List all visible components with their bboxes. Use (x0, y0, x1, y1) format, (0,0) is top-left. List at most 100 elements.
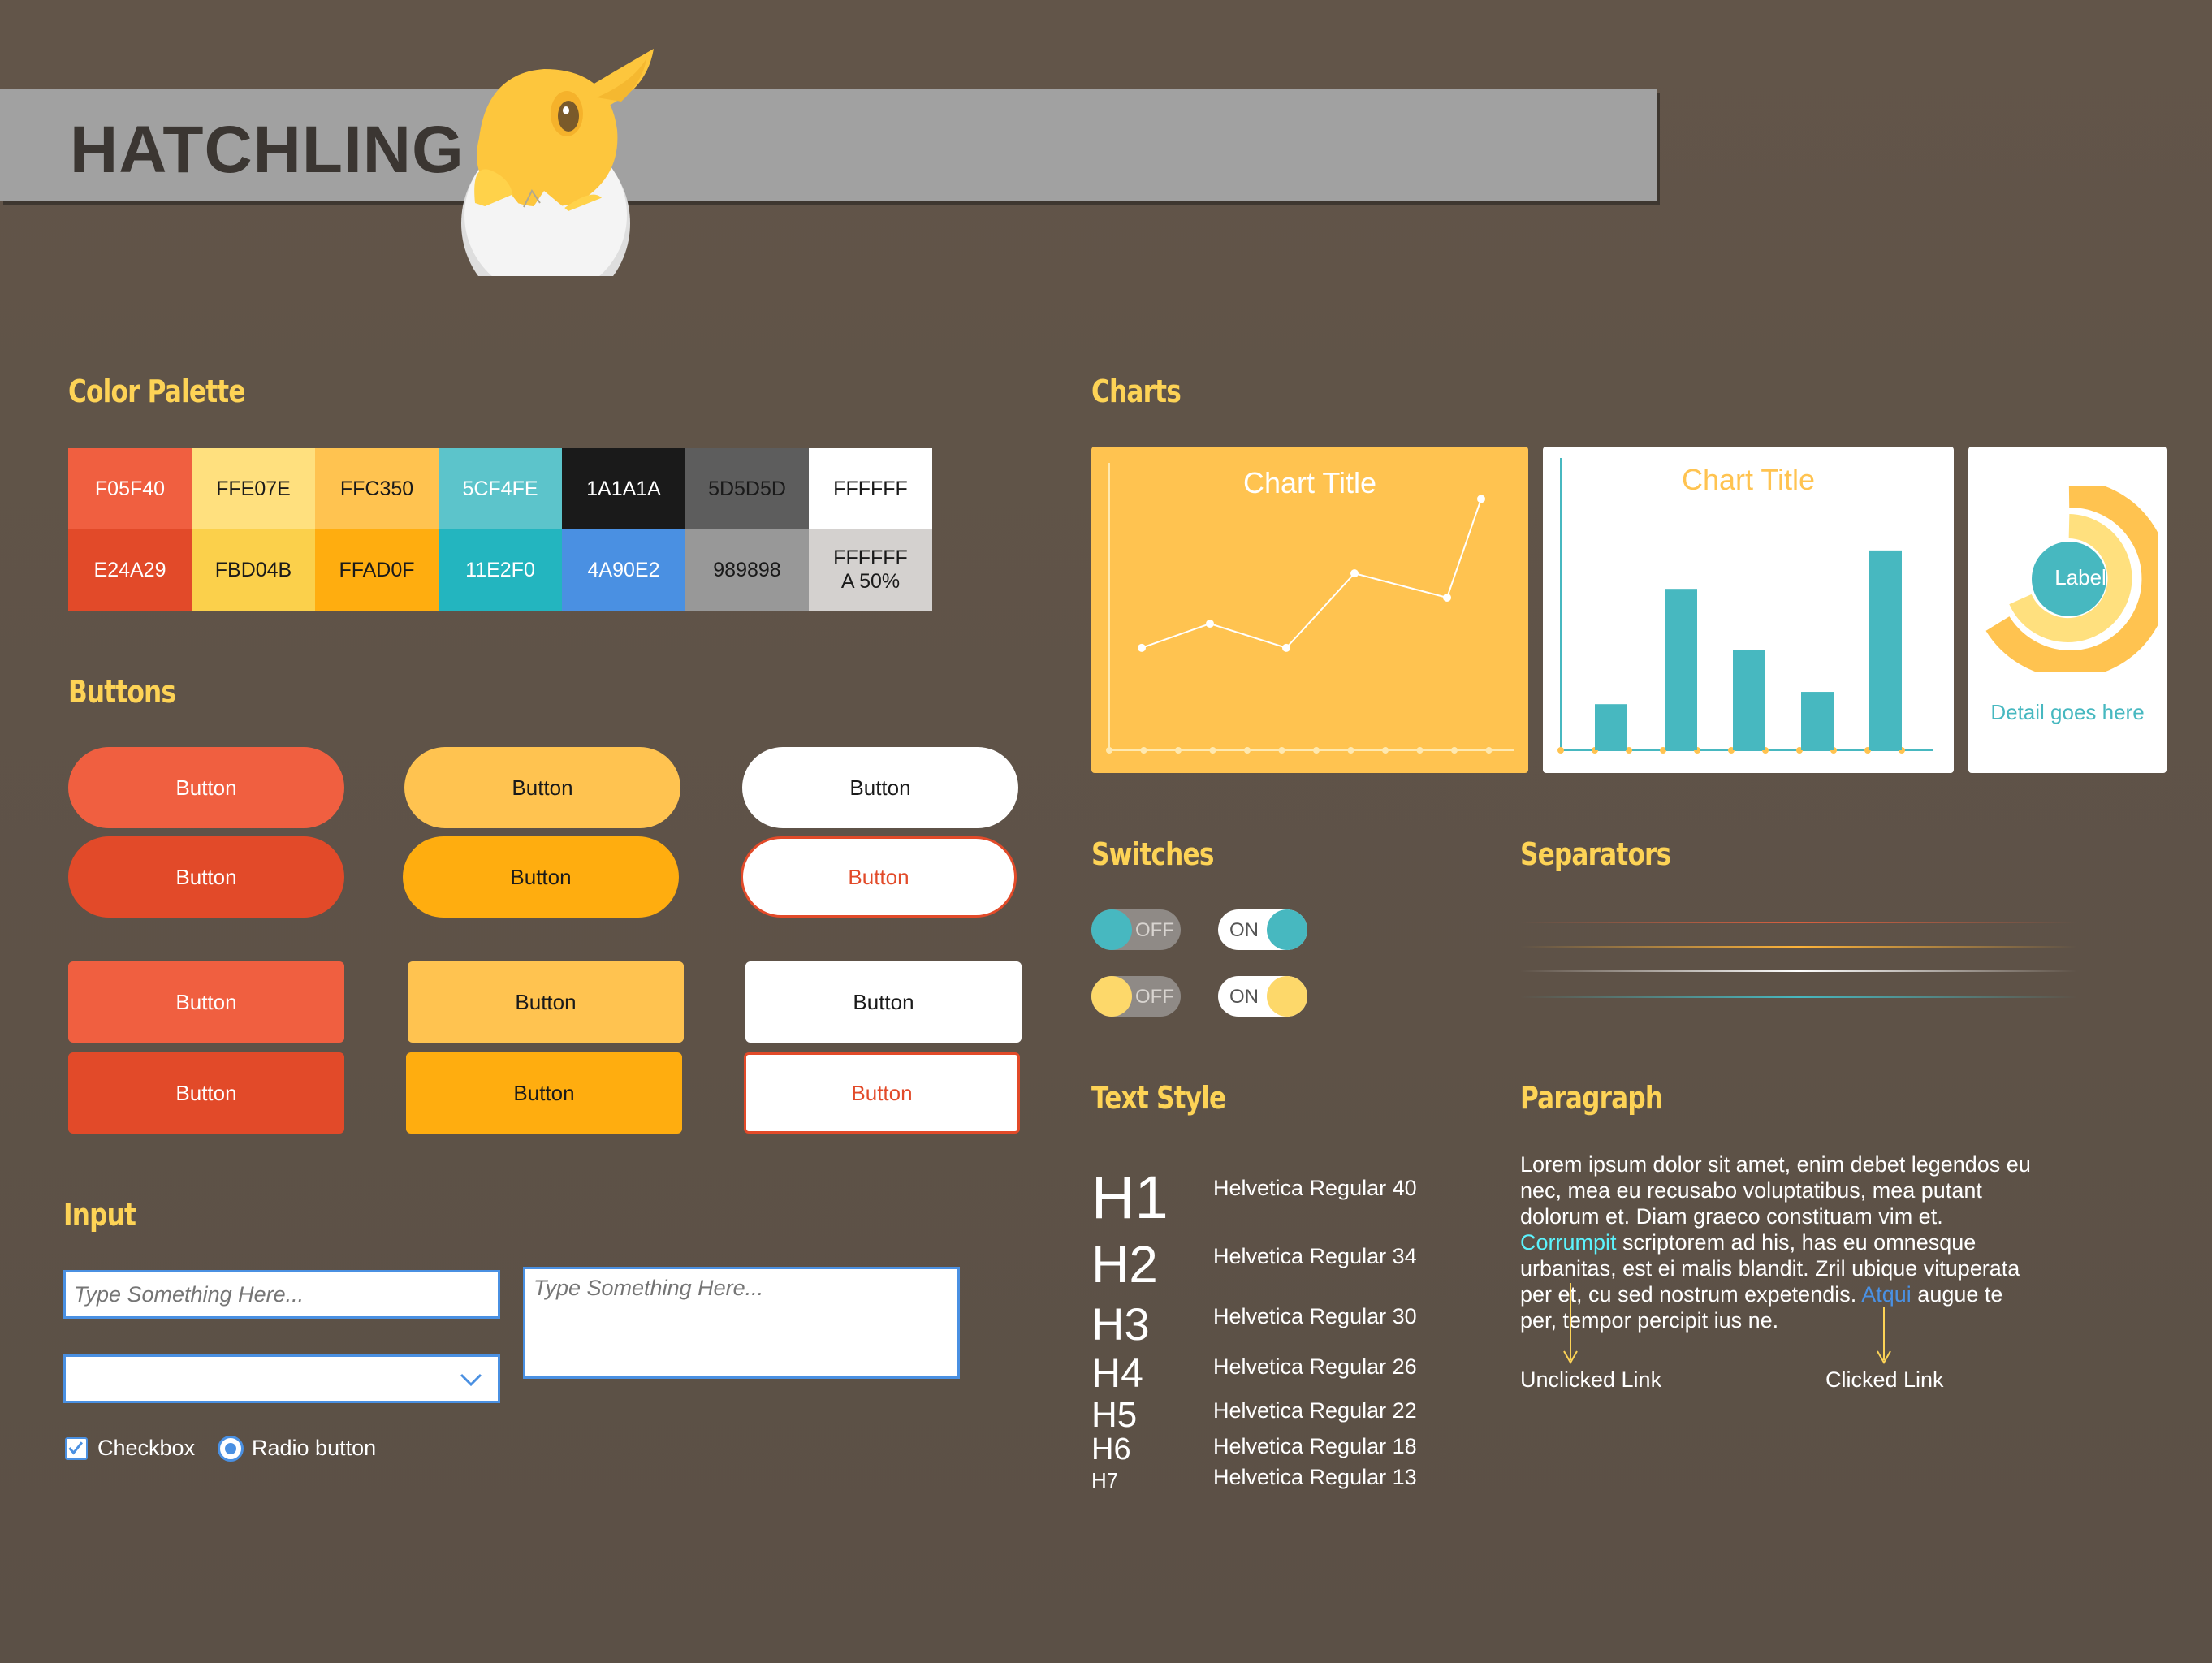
secondary-rect-button[interactable]: Button (408, 961, 684, 1043)
line-point (1138, 643, 1146, 652)
text-style-desc: Helvetica Regular 22 (1213, 1398, 1417, 1423)
switch-knob (1267, 976, 1307, 1017)
bar (1733, 650, 1765, 750)
primary-pill-button-pressed[interactable]: Button (68, 836, 344, 918)
section-title-input: Input (63, 1197, 136, 1233)
outline-rect-button-pressed[interactable]: Button (744, 1052, 1020, 1134)
radio-button[interactable] (218, 1436, 244, 1462)
section-title-text-style: Text Style (1091, 1080, 1226, 1116)
donut-chart-card: Label Detail goes here (1968, 447, 2167, 773)
swatch-row1-1: FFE07E (192, 448, 315, 529)
paragraph-part-1: Lorem ipsum dolor sit amet, enim debet l… (1520, 1152, 2031, 1229)
bar-chart (1557, 458, 1933, 754)
radio-dot (225, 1443, 236, 1454)
toggle-switch-off[interactable]: OFF (1091, 909, 1181, 950)
separator-white (1520, 970, 2077, 972)
switch-knob (1091, 976, 1132, 1017)
swatch-row1-6: FFFFFF (809, 448, 932, 529)
x-tick (1347, 747, 1354, 754)
primary-pill-button[interactable]: Button (68, 747, 344, 828)
secondary-pill-button[interactable]: Button (404, 747, 680, 828)
outline-rect-button[interactable]: Button (745, 961, 1022, 1043)
toggle-switch-off[interactable]: OFF (1091, 976, 1181, 1017)
unclicked-link-caption: Unclicked Link (1520, 1367, 1662, 1392)
switch-label: ON (1229, 986, 1259, 1008)
line-point (1477, 495, 1485, 503)
separator-red (1520, 922, 2077, 923)
bar (1665, 589, 1697, 750)
line-point (1443, 593, 1451, 602)
bar (1595, 704, 1627, 750)
swatch-row2-4: 4A90E2 (562, 529, 685, 611)
swatch-row2-1: FBD04B (192, 529, 315, 611)
line-point (1282, 643, 1290, 652)
switch-label: OFF (1135, 986, 1174, 1008)
switch-label: OFF (1135, 919, 1174, 941)
x-tick (1485, 747, 1493, 754)
x-tick (1175, 747, 1182, 754)
swatch-row1-4: 1A1A1A (562, 448, 685, 529)
x-tick (1209, 747, 1216, 754)
text-input[interactable] (63, 1270, 500, 1319)
outline-pill-button[interactable]: Button (742, 747, 1018, 828)
x-tick (1451, 747, 1458, 754)
section-title-paragraph: Paragraph (1520, 1080, 1663, 1116)
secondary-rect-button-pressed[interactable]: Button (406, 1052, 682, 1134)
donut-detail: Detail goes here (1990, 700, 2145, 724)
text-style-desc: Helvetica Regular 13 (1213, 1465, 1417, 1489)
switch-knob (1267, 909, 1307, 950)
swatch-row2-5: 989898 (685, 529, 809, 611)
section-title-charts: Charts (1091, 374, 1182, 409)
chick-logo-icon (461, 49, 654, 276)
x-tick (1313, 747, 1320, 754)
textarea-input[interactable] (523, 1267, 960, 1379)
chevron-down-icon (460, 1373, 482, 1387)
section-title-switches: Switches (1091, 836, 1214, 872)
x-tick (1278, 747, 1285, 754)
checkbox[interactable] (65, 1437, 88, 1460)
text-style-desc: Helvetica Regular 18 (1213, 1434, 1417, 1458)
section-title-separators: Separators (1520, 836, 1671, 872)
radio-label: Radio button (252, 1436, 377, 1460)
x-tick (1106, 747, 1112, 754)
primary-rect-button[interactable]: Button (68, 961, 344, 1043)
select-dropdown[interactable] (63, 1354, 500, 1403)
line-series (1141, 499, 1482, 650)
section-title-palette: Color Palette (68, 374, 246, 409)
swatch-row2-2: FFAD0F (315, 529, 439, 611)
x-tick (1557, 747, 1564, 754)
primary-rect-button-pressed[interactable]: Button (68, 1052, 344, 1134)
switch-knob (1091, 909, 1132, 950)
bar (1869, 550, 1902, 750)
text-style-h2: H2 (1091, 1235, 1158, 1294)
text-style-h7: H7 (1091, 1468, 1119, 1492)
donut-label: Label (2054, 565, 2106, 590)
text-style-desc: Helvetica Regular 40 (1213, 1176, 1417, 1200)
x-tick (1140, 747, 1147, 754)
link-arrows (1563, 1283, 1891, 1364)
text-style-desc: Helvetica Regular 26 (1213, 1354, 1417, 1379)
checkmark-icon (68, 1441, 84, 1455)
x-tick (1416, 747, 1424, 754)
toggle-switch-on[interactable]: ON (1218, 976, 1307, 1017)
line-point (1350, 569, 1359, 578)
outline-pill-button-pressed[interactable]: Button (741, 836, 1017, 918)
text-style-h6: H6 (1091, 1432, 1131, 1466)
x-tick (1244, 747, 1251, 754)
line-point (1206, 620, 1214, 628)
text-style-h3: H3 (1091, 1298, 1150, 1350)
unclicked-link[interactable]: Corrumpit (1520, 1230, 1617, 1255)
swatch-row2-3: 11E2F0 (439, 529, 562, 611)
swatch-row1-5: 5D5D5D (685, 448, 809, 529)
separator-orange (1520, 946, 2077, 948)
section-title-buttons: Buttons (68, 674, 176, 710)
checkbox-label: Checkbox (97, 1436, 196, 1460)
x-tick (1382, 747, 1389, 754)
app-title: HATCHLING (70, 113, 464, 187)
toggle-switch-on[interactable]: ON (1218, 909, 1307, 950)
secondary-pill-button-pressed[interactable]: Button (403, 836, 679, 918)
text-style-desc: Helvetica Regular 30 (1213, 1304, 1417, 1328)
line-chart (1106, 463, 1514, 754)
swatch-row1-0: F05F40 (68, 448, 192, 529)
bar-chart-card: Chart Title (1543, 447, 1954, 773)
